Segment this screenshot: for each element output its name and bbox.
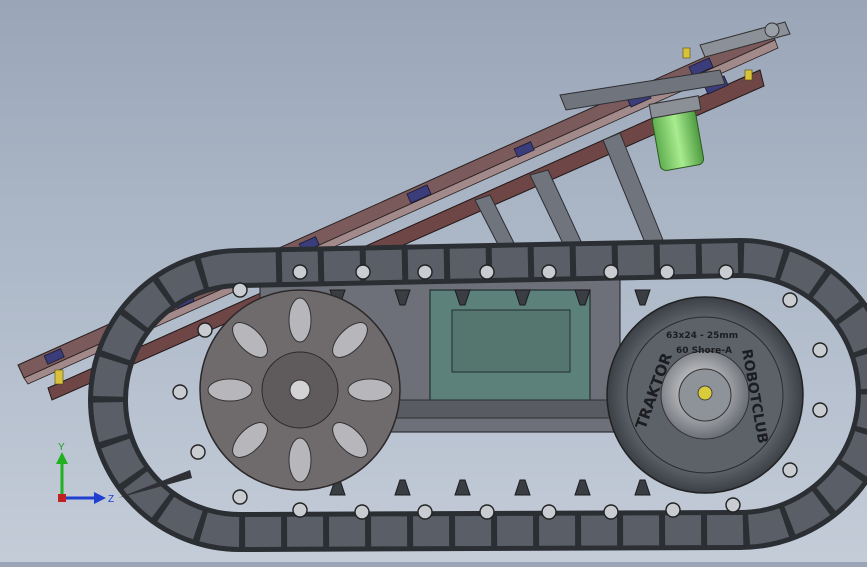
- drive-sprocket: [199, 289, 401, 491]
- y-axis-label: Y: [58, 442, 65, 453]
- axis-triad: Y Z: [48, 438, 128, 518]
- green-motor: [648, 95, 705, 171]
- cad-viewport[interactable]: 63x24 - 25mm 60 Shore-A TRAKTOR ROBOTCLU…: [0, 0, 867, 562]
- z-axis-label: Z: [108, 494, 114, 505]
- wheel-shore-label: 60 Shore-A: [676, 346, 732, 356]
- idler-wheel: 63x24 - 25mm 60 Shore-A TRAKTOR ROBOTCLU…: [606, 296, 804, 494]
- robot-model[interactable]: 63x24 - 25mm 60 Shore-A TRAKTOR ROBOTCLU…: [0, 0, 867, 562]
- wheel-size-label: 63x24 - 25mm: [666, 331, 738, 341]
- x-axis-marker: [58, 494, 66, 502]
